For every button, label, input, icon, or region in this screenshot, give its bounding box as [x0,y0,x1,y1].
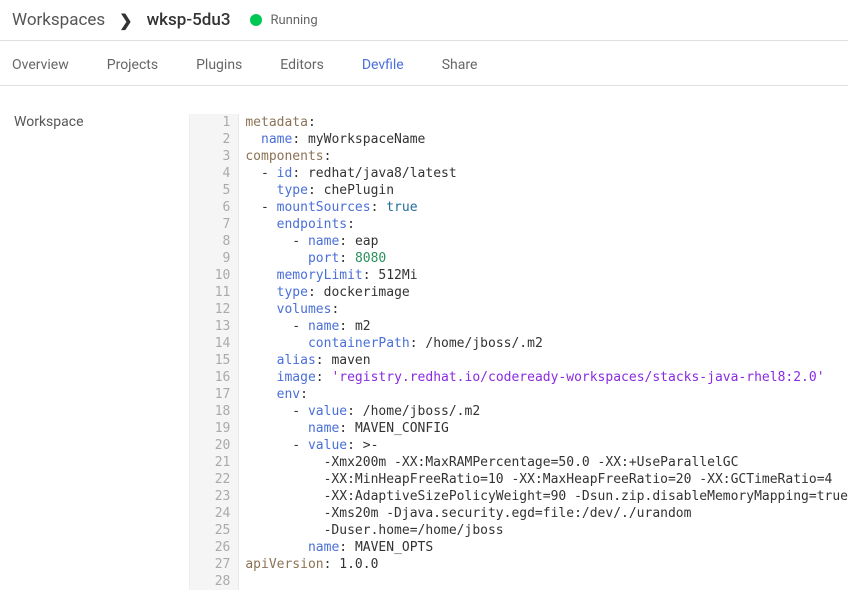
line-number: 2 [204,131,230,148]
code-line[interactable]: - mountSources: true [245,199,848,216]
code-line[interactable]: containerPath: /home/jboss/.m2 [245,335,848,352]
chevron-right-icon: ❯ [119,11,132,30]
code-line[interactable]: port: 8080 [245,250,848,267]
sidebar-section-label: Workspace [14,114,189,130]
code-line[interactable]: name: MAVEN_CONFIG [245,420,848,437]
code-line[interactable]: name: myWorkspaceName [245,131,848,148]
line-number: 21 [204,454,230,471]
status-dot-icon [250,14,262,26]
tab-plugins[interactable]: Plugins [196,57,242,73]
line-number: 14 [204,335,230,352]
code-area[interactable]: metadata: name: myWorkspaceNamecomponent… [238,114,848,590]
line-number: 15 [204,352,230,369]
code-line[interactable]: apiVersion: 1.0.0 [245,556,848,573]
line-number: 24 [204,505,230,522]
line-number: 3 [204,148,230,165]
tab-share[interactable]: Share [442,57,478,73]
line-number: 4 [204,165,230,182]
code-line[interactable]: env: [245,386,848,403]
status-text: Running [270,13,317,28]
code-line[interactable] [245,573,848,590]
code-line[interactable]: -Duser.home=/home/jboss [245,522,848,539]
tab-projects[interactable]: Projects [107,57,158,73]
line-number: 17 [204,386,230,403]
code-line[interactable]: alias: maven [245,352,848,369]
line-number: 5 [204,182,230,199]
line-number: 1 [204,114,230,131]
code-line[interactable]: -XX:AdaptiveSizePolicyWeight=90 -Dsun.zi… [245,488,848,505]
code-line[interactable]: volumes: [245,301,848,318]
line-number: 9 [204,250,230,267]
tab-devfile[interactable]: Devfile [362,57,404,73]
code-editor[interactable]: 1234567891011121314151617181920212223242… [189,114,848,590]
line-number: 28 [204,573,230,590]
code-line[interactable]: metadata: [245,114,848,131]
code-line[interactable]: endpoints: [245,216,848,233]
line-number: 18 [204,403,230,420]
code-line[interactable]: - id: redhat/java8/latest [245,165,848,182]
line-number: 26 [204,539,230,556]
line-gutter: 1234567891011121314151617181920212223242… [190,114,238,590]
code-line[interactable]: - value: >- [245,437,848,454]
line-number: 7 [204,216,230,233]
line-number: 20 [204,437,230,454]
code-line[interactable]: -XX:MinHeapFreeRatio=10 -XX:MaxHeapFreeR… [245,471,848,488]
line-number: 19 [204,420,230,437]
code-line[interactable]: - value: /home/jboss/.m2 [245,403,848,420]
line-number: 6 [204,199,230,216]
line-number: 22 [204,471,230,488]
tabs: Overview Projects Plugins Editors Devfile Sha… [0,41,848,86]
line-number: 10 [204,267,230,284]
line-number: 25 [204,522,230,539]
code-line[interactable]: - name: m2 [245,318,848,335]
breadcrumb-root[interactable]: Workspaces [12,10,105,30]
code-line[interactable]: image: 'registry.redhat.io/codeready-wor… [245,369,848,386]
header: Workspaces ❯ wksp-5du3 Running [0,0,848,41]
line-number: 8 [204,233,230,250]
code-line[interactable]: type: chePlugin [245,182,848,199]
line-number: 27 [204,556,230,573]
code-line[interactable]: components: [245,148,848,165]
line-number: 12 [204,301,230,318]
workspace-id: wksp-5du3 [147,10,231,30]
code-line[interactable]: - name: eap [245,233,848,250]
sidebar: Workspace [0,114,189,590]
status-badge: Running [250,13,317,28]
tab-overview[interactable]: Overview [12,57,69,73]
code-line[interactable]: type: dockerimage [245,284,848,301]
code-line[interactable]: -Xms20m -Djava.security.egd=file:/dev/./… [245,505,848,522]
tab-editors[interactable]: Editors [280,57,324,73]
code-line[interactable]: memoryLimit: 512Mi [245,267,848,284]
line-number: 13 [204,318,230,335]
code-line[interactable]: name: MAVEN_OPTS [245,539,848,556]
code-line[interactable]: -Xmx200m -XX:MaxRAMPercentage=50.0 -XX:+… [245,454,848,471]
line-number: 16 [204,369,230,386]
content: Workspace 123456789101112131415161718192… [0,86,848,590]
line-number: 23 [204,488,230,505]
line-number: 11 [204,284,230,301]
